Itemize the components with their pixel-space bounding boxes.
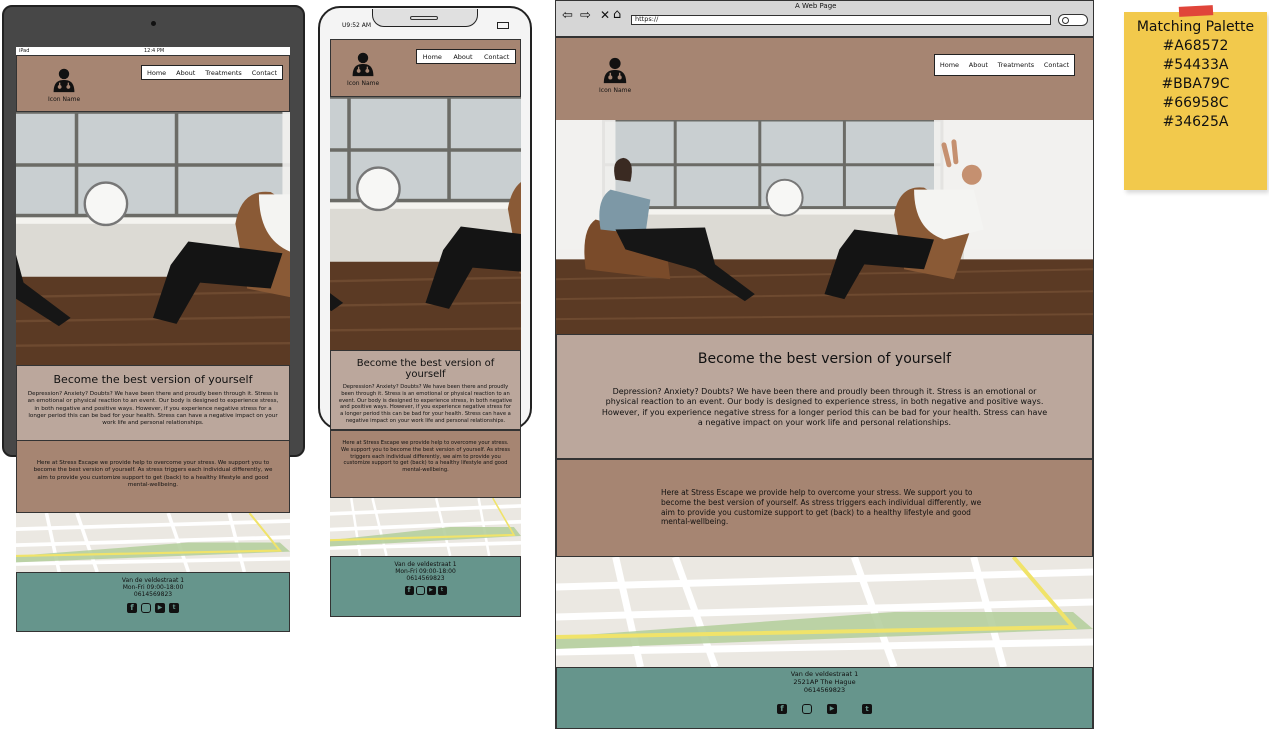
phone-footer-phone: 0614569823	[406, 575, 445, 582]
tablet-footer: Van de veldestraat 1 Mon-Fri 09:00-18:00…	[16, 572, 290, 632]
facebook-icon[interactable]: f	[404, 586, 414, 595]
twitter-icon[interactable]: t	[437, 586, 447, 595]
tablet-hero-title: Become the best version of yourself	[53, 373, 253, 386]
tablet-nav-home[interactable]: Home	[147, 69, 166, 77]
tablet-nav-about[interactable]: About	[176, 69, 195, 77]
tablet-map[interactable]	[16, 513, 290, 572]
address-bar-url: https://	[635, 15, 659, 23]
phone-footer-address: Van de veldestraat 1	[394, 561, 457, 568]
phone-support-text: Here at Stress Escape we provide help to…	[341, 440, 510, 473]
desktop-header	[556, 38, 1093, 120]
facebook-icon[interactable]: f	[127, 603, 137, 613]
twitter-icon[interactable]: t	[862, 704, 872, 714]
phone-hero-image	[330, 97, 521, 350]
phone-map[interactable]	[330, 498, 521, 556]
phone-hero-title: Become the best version of yourself	[356, 358, 495, 380]
tablet-hero-image	[16, 112, 290, 365]
tablet-social-links: f ▶ t	[17, 603, 289, 613]
phone-intro-section: Become the best version of yourself Depr…	[330, 350, 521, 430]
tablet-nav-treatments[interactable]: Treatments	[205, 69, 241, 77]
tablet-logo-name: Icon Name	[48, 96, 81, 103]
home-icon[interactable]: ⌂	[613, 8, 621, 21]
instagram-icon[interactable]	[141, 603, 151, 613]
desktop-footer-address: Van de veldestraat 1	[790, 670, 859, 678]
youtube-icon[interactable]: ▶	[155, 603, 165, 613]
desktop-nav-contact[interactable]: Contact	[1044, 61, 1069, 69]
phone-nav-home[interactable]: Home	[423, 53, 442, 61]
phone-nav: Home About Contact	[416, 49, 516, 64]
search-icon	[1062, 17, 1069, 24]
desktop-nav-about[interactable]: About	[969, 61, 988, 69]
phone-status-time: U9:52 AM	[342, 22, 372, 29]
youtube-icon[interactable]: ▶	[426, 586, 436, 595]
palette-title: Matching Palette	[1136, 19, 1255, 35]
phone-speaker	[410, 16, 438, 20]
tablet-intro-text: Depression? Anxiety? Doubts? We have bee…	[27, 391, 279, 427]
palette-list: Matching Palette #A68572 #54433A #BBA79C…	[1124, 18, 1267, 132]
desktop-intro-section: Become the best version of yourself Depr…	[556, 334, 1093, 459]
instagram-icon[interactable]	[415, 586, 425, 595]
tablet-status-left: iPad	[19, 48, 30, 54]
tablet-nav: Home About Treatments Contact	[141, 65, 283, 80]
palette-color-4: #66958C	[1162, 95, 1229, 111]
palette-color-5: #34625A	[1162, 114, 1229, 130]
palette-color-2: #54433A	[1162, 57, 1229, 73]
desktop-hero-title: Become the best version of yourself	[697, 351, 952, 367]
phone-nav-about[interactable]: About	[453, 53, 472, 61]
person-icon	[51, 66, 77, 94]
tablet-status-time: 12:4 PM	[144, 48, 165, 54]
forward-arrow-icon[interactable]: ⇨	[580, 9, 591, 22]
phone-intro-text: Depression? Anxiety? Doubts? We have bee…	[338, 384, 513, 424]
phone-logo-name: Icon Name	[347, 80, 380, 87]
phone-social-links: f ▶ t	[331, 586, 520, 595]
desktop-logo-name: Icon Name	[599, 87, 632, 94]
facebook-icon[interactable]: f	[777, 704, 787, 714]
desktop-support-section: Here at Stress Escape we provide help to…	[556, 459, 1093, 557]
tablet-camera	[151, 21, 156, 26]
instagram-icon[interactable]	[802, 704, 812, 714]
tablet-support-section: Here at Stress Escape we provide help to…	[16, 440, 290, 513]
desktop-intro-text: Depression? Anxiety? Doubts? We have bee…	[601, 387, 1048, 428]
twitter-icon[interactable]: t	[169, 603, 179, 613]
tablet-footer-hours: Mon-Fri 09:00-18:00	[122, 584, 184, 591]
palette-color-1: #A68572	[1162, 38, 1229, 54]
browser-title: A Web Page	[795, 2, 837, 10]
phone-footer-hours: Mon-Fri 09:00-18:00	[395, 568, 456, 575]
desktop-hero-image	[556, 120, 1093, 334]
search-box[interactable]	[1058, 14, 1088, 26]
desktop-nav: Home About Treatments Contact	[934, 54, 1075, 76]
tablet-logo[interactable]: Icon Name	[48, 66, 80, 103]
back-arrow-icon[interactable]: ⇦	[562, 9, 573, 22]
battery-icon	[497, 22, 509, 29]
phone-support-section: Here at Stress Escape we provide help to…	[330, 430, 521, 498]
tablet-footer-phone: 0614569823	[133, 591, 173, 598]
phone-logo[interactable]: Icon Name	[347, 50, 379, 87]
phone-nav-contact[interactable]: Contact	[484, 53, 509, 61]
address-bar[interactable]: https://	[631, 15, 1051, 25]
tablet-nav-contact[interactable]: Contact	[252, 69, 277, 77]
desktop-nav-home[interactable]: Home	[940, 61, 959, 69]
desktop-footer-postcode: 2521AP The Hague	[793, 678, 856, 686]
palette-color-3: #BBA79C	[1161, 76, 1230, 92]
youtube-icon[interactable]: ▶	[827, 704, 837, 714]
phone-footer: Van de veldestraat 1 Mon-Fri 09:00-18:00…	[330, 556, 521, 617]
desktop-footer-phone: 0614569823	[803, 686, 846, 694]
sticky-tape	[1178, 5, 1214, 17]
person-icon	[350, 50, 376, 78]
tablet-intro-section: Become the best version of yourself Depr…	[16, 365, 290, 441]
desktop-support-text: Here at Stress Escape we provide help to…	[661, 488, 982, 527]
person-icon	[601, 55, 629, 85]
tablet-support-text: Here at Stress Escape we provide help to…	[33, 460, 273, 488]
desktop-social-links: f ▶ t	[557, 704, 1092, 714]
close-icon[interactable]: ✕	[600, 9, 610, 22]
desktop-logo[interactable]: Icon Name	[599, 55, 631, 94]
desktop-footer: Van de veldestraat 1 2521AP The Hague 06…	[556, 667, 1093, 729]
desktop-nav-treatments[interactable]: Treatments	[998, 61, 1034, 69]
tablet-footer-address: Van de veldestraat 1	[121, 577, 185, 584]
desktop-map[interactable]	[556, 557, 1093, 667]
